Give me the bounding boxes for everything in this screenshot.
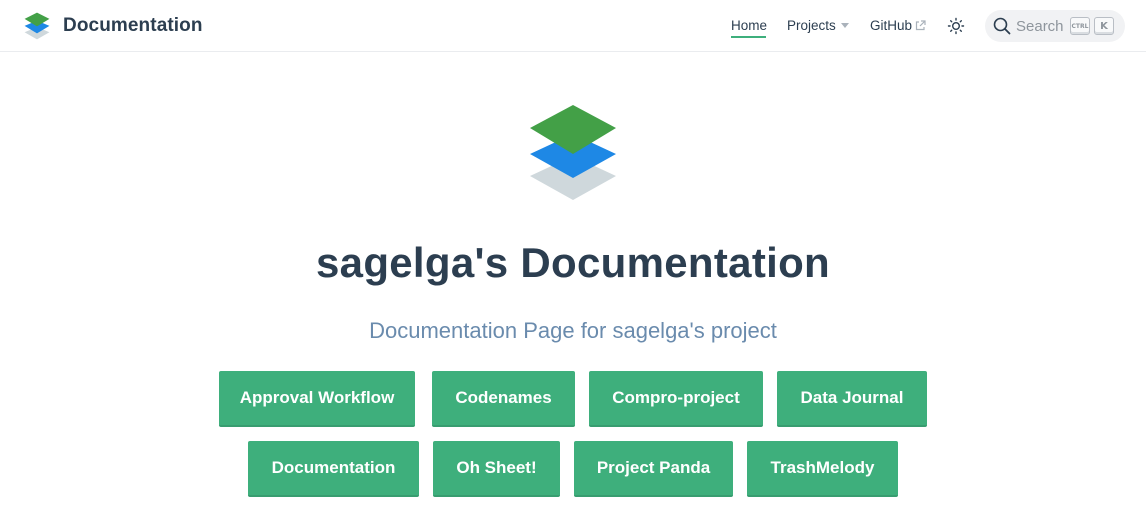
theme-toggle-button[interactable] [947, 17, 965, 35]
brand-link[interactable]: Documentation [24, 12, 203, 40]
nav-home-link[interactable]: Home [731, 18, 767, 34]
action-button-trashmelody[interactable]: TrashMelody [747, 441, 898, 497]
search-button[interactable]: Search CTRL K [985, 10, 1125, 42]
action-button-approval-workflow[interactable]: Approval Workflow [219, 371, 415, 427]
shortcut-k-key: K [1094, 17, 1114, 35]
hero-layers-logo-icon [530, 105, 616, 200]
nav-projects-dropdown[interactable]: Projects [787, 18, 849, 34]
shortcut-ctrl-key: CTRL [1070, 17, 1090, 35]
caret-down-icon [840, 23, 849, 28]
action-button-data-journal[interactable]: Data Journal [777, 371, 927, 427]
action-button-project-panda[interactable]: Project Panda [574, 441, 733, 497]
action-button-documentation[interactable]: Documentation [248, 441, 419, 497]
sun-icon [947, 17, 965, 35]
nav-github-label: GitHub [870, 18, 913, 33]
action-button-codenames[interactable]: Codenames [432, 371, 575, 427]
nav-github-link[interactable]: GitHub [870, 18, 926, 34]
action-button-oh-sheet[interactable]: Oh Sheet! [433, 441, 560, 497]
brand-title: Documentation [63, 15, 203, 36]
navbar: Documentation Home Projects GitHub Searc… [0, 0, 1146, 52]
layers-logo-icon [24, 12, 50, 40]
search-placeholder: Search [1016, 17, 1064, 35]
hero-title: sagelga's Documentation [316, 239, 830, 286]
active-link-indicator [731, 36, 766, 38]
action-button-compro-project[interactable]: Compro-project [589, 371, 763, 427]
hero-description: Documentation Page for sagelga's project [369, 318, 777, 343]
nav-projects-label: Projects [787, 18, 836, 33]
external-link-icon [915, 20, 926, 31]
search-icon [993, 17, 1011, 35]
